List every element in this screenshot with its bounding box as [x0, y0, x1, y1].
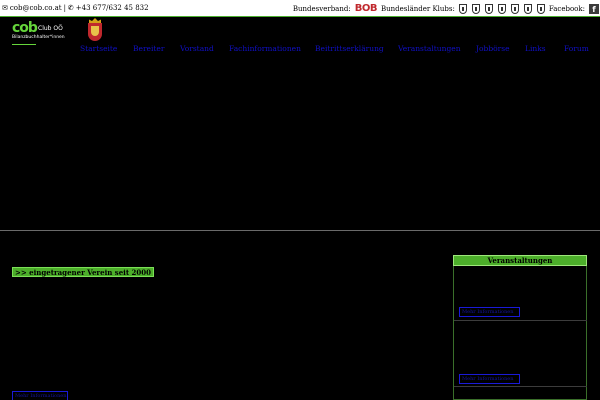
bob-logo-link[interactable]: BOB — [355, 3, 378, 14]
phone-link[interactable]: +43 677/632 45 832 — [76, 4, 149, 12]
crest-icon[interactable] — [458, 3, 467, 14]
contact-info: ✉ cob@cob.co.at | ✆ +43 677/632 45 832 — [2, 4, 149, 12]
nav-item-fachinformationen[interactable]: Fachinformationen — [229, 44, 301, 53]
event-more-info-button[interactable]: Mehr Informationen — [459, 307, 520, 317]
nav-item-forum[interactable]: Forum — [564, 44, 589, 53]
nav-item-jobboerse[interactable]: Jobbörse — [476, 44, 510, 53]
coat-of-arms-icon — [88, 18, 102, 42]
state-club-crests — [458, 3, 545, 14]
logo-mark: cob — [12, 20, 38, 36]
bundeslaender-label: Bundesländer Klubs: — [380, 4, 455, 13]
nav-item-links[interactable]: Links — [525, 44, 546, 53]
nav-item-beitrittserklaerung[interactable]: Beitrittserklärung — [315, 44, 384, 53]
event-separator — [454, 320, 587, 321]
crest-icon[interactable] — [484, 3, 493, 14]
logo-club-name: Club OÖ — [38, 25, 63, 32]
nav-item-startseite[interactable]: Startseite — [80, 44, 117, 53]
phone-icon: ✆ — [67, 4, 74, 12]
verein-badge: >> eingetragener Verein seit 2000 — [12, 267, 154, 277]
bundesverband-label: Bundesverband: — [292, 4, 351, 13]
nav-item-bereiter[interactable]: Bereiter — [133, 44, 164, 53]
top-bar: ✉ cob@cob.co.at | ✆ +43 677/632 45 832 B… — [0, 0, 600, 17]
email-link[interactable]: cob@cob.co.at — [10, 4, 62, 12]
contact-divider: | — [63, 4, 66, 12]
envelope-icon: ✉ — [2, 4, 8, 12]
event-separator — [454, 386, 587, 387]
affiliations: Bundesverband: BOB Bundesländer Klubs: F… — [293, 1, 600, 16]
nav-item-veranstaltungen[interactable]: Veranstaltungen — [398, 44, 461, 53]
crest-icon[interactable] — [497, 3, 506, 14]
crest-icon[interactable] — [523, 3, 532, 14]
facebook-icon[interactable]: f — [589, 3, 599, 14]
crest-icon[interactable] — [536, 3, 545, 14]
event-more-info-button[interactable]: Mehr Informationen — [459, 374, 520, 384]
facebook-label: Facebook: — [548, 4, 585, 13]
events-sidebar-title: Veranstaltungen — [453, 255, 587, 266]
logo-subtitle: Bilanzbuchhalter*innen — [12, 35, 65, 40]
nav-item-vorstand[interactable]: Vorstand — [180, 44, 214, 53]
crest-icon[interactable] — [471, 3, 480, 14]
content-divider — [0, 230, 600, 231]
crest-icon[interactable] — [510, 3, 519, 14]
events-sidebar: Veranstaltungen Mehr Informationen Mehr … — [453, 255, 587, 400]
site-header: cob Club OÖ Bilanzbuchhalter*innen Start… — [0, 18, 600, 58]
more-info-button[interactable]: Mehr Informationen — [12, 391, 68, 400]
main-nav: Startseite Bereiter Vorstand Fachinforma… — [0, 44, 600, 56]
